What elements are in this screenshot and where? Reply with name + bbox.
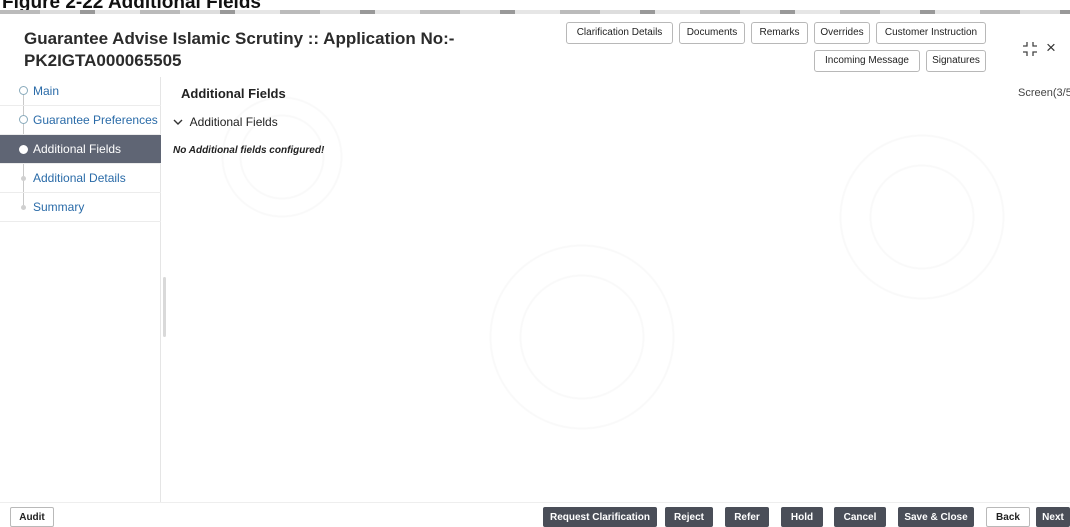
next-button[interactable]: Next bbox=[1036, 507, 1070, 527]
step-dot-icon bbox=[21, 205, 26, 210]
screen-indicator: Screen(3/5) bbox=[1018, 87, 1070, 99]
cancel-button[interactable]: Cancel bbox=[834, 507, 886, 527]
window-header: Guarantee Advise Islamic Scrutiny :: App… bbox=[0, 14, 1070, 76]
signatures-button[interactable]: Signatures bbox=[926, 50, 986, 72]
clarification-details-button[interactable]: Clarification Details bbox=[566, 22, 673, 44]
sidebar: Main Guarantee Preferences Additional Fi… bbox=[0, 77, 161, 502]
empty-state-message: No Additional fields configured! bbox=[173, 145, 325, 156]
customer-instruction-button[interactable]: Customer Instruction bbox=[876, 22, 986, 44]
sidebar-item-main[interactable]: Main bbox=[0, 77, 161, 106]
additional-fields-section-toggle[interactable]: Additional Fields bbox=[173, 115, 278, 129]
chevron-down-icon bbox=[173, 117, 187, 129]
reject-button[interactable]: Reject bbox=[665, 507, 713, 527]
documents-button[interactable]: Documents bbox=[679, 22, 745, 44]
title-line-2: PK2IGTA000065505 bbox=[24, 51, 182, 70]
remarks-button[interactable]: Remarks bbox=[751, 22, 808, 44]
sidebar-item-label: Guarantee Preferences bbox=[33, 113, 158, 127]
check-circle-icon bbox=[19, 115, 28, 124]
current-step-icon bbox=[19, 145, 28, 154]
page-title: Guarantee Advise Islamic Scrutiny :: App… bbox=[24, 28, 454, 72]
hold-button[interactable]: Hold bbox=[781, 507, 823, 527]
footer-bar: Audit Request Clarification Reject Refer… bbox=[0, 502, 1070, 527]
sidebar-item-summary[interactable]: Summary bbox=[0, 193, 161, 222]
panel-splitter[interactable] bbox=[163, 277, 166, 337]
refer-button[interactable]: Refer bbox=[725, 507, 769, 527]
sidebar-item-label: Additional Details bbox=[33, 171, 126, 185]
check-circle-icon bbox=[19, 86, 28, 95]
section-title: Additional Fields bbox=[181, 86, 286, 101]
resize-icon[interactable] bbox=[1022, 41, 1038, 57]
sidebar-item-additional-fields[interactable]: Additional Fields bbox=[0, 135, 161, 164]
save-close-button[interactable]: Save & Close bbox=[898, 507, 974, 527]
overrides-button[interactable]: Overrides bbox=[814, 22, 870, 44]
sidebar-item-additional-details[interactable]: Additional Details bbox=[0, 164, 161, 193]
title-line-1: Guarantee Advise Islamic Scrutiny :: App… bbox=[24, 29, 455, 48]
close-icon[interactable]: × bbox=[1046, 38, 1056, 58]
window-controls: × bbox=[1010, 38, 1070, 60]
sidebar-item-guarantee-preferences[interactable]: Guarantee Preferences bbox=[0, 106, 161, 135]
request-clarification-button[interactable]: Request Clarification bbox=[543, 507, 657, 527]
step-dot-icon bbox=[21, 176, 26, 181]
back-button[interactable]: Back bbox=[986, 507, 1030, 527]
incoming-message-button[interactable]: Incoming Message bbox=[814, 50, 920, 72]
sidebar-item-label: Main bbox=[33, 84, 60, 98]
sidebar-item-label: Summary bbox=[33, 200, 85, 214]
main-content: Additional Fields Screen(3/5) Additional… bbox=[162, 77, 1070, 502]
sidebar-item-label: Additional Fields bbox=[33, 142, 122, 156]
section-header-label: Additional Fields bbox=[189, 115, 278, 129]
audit-button[interactable]: Audit bbox=[10, 507, 54, 527]
